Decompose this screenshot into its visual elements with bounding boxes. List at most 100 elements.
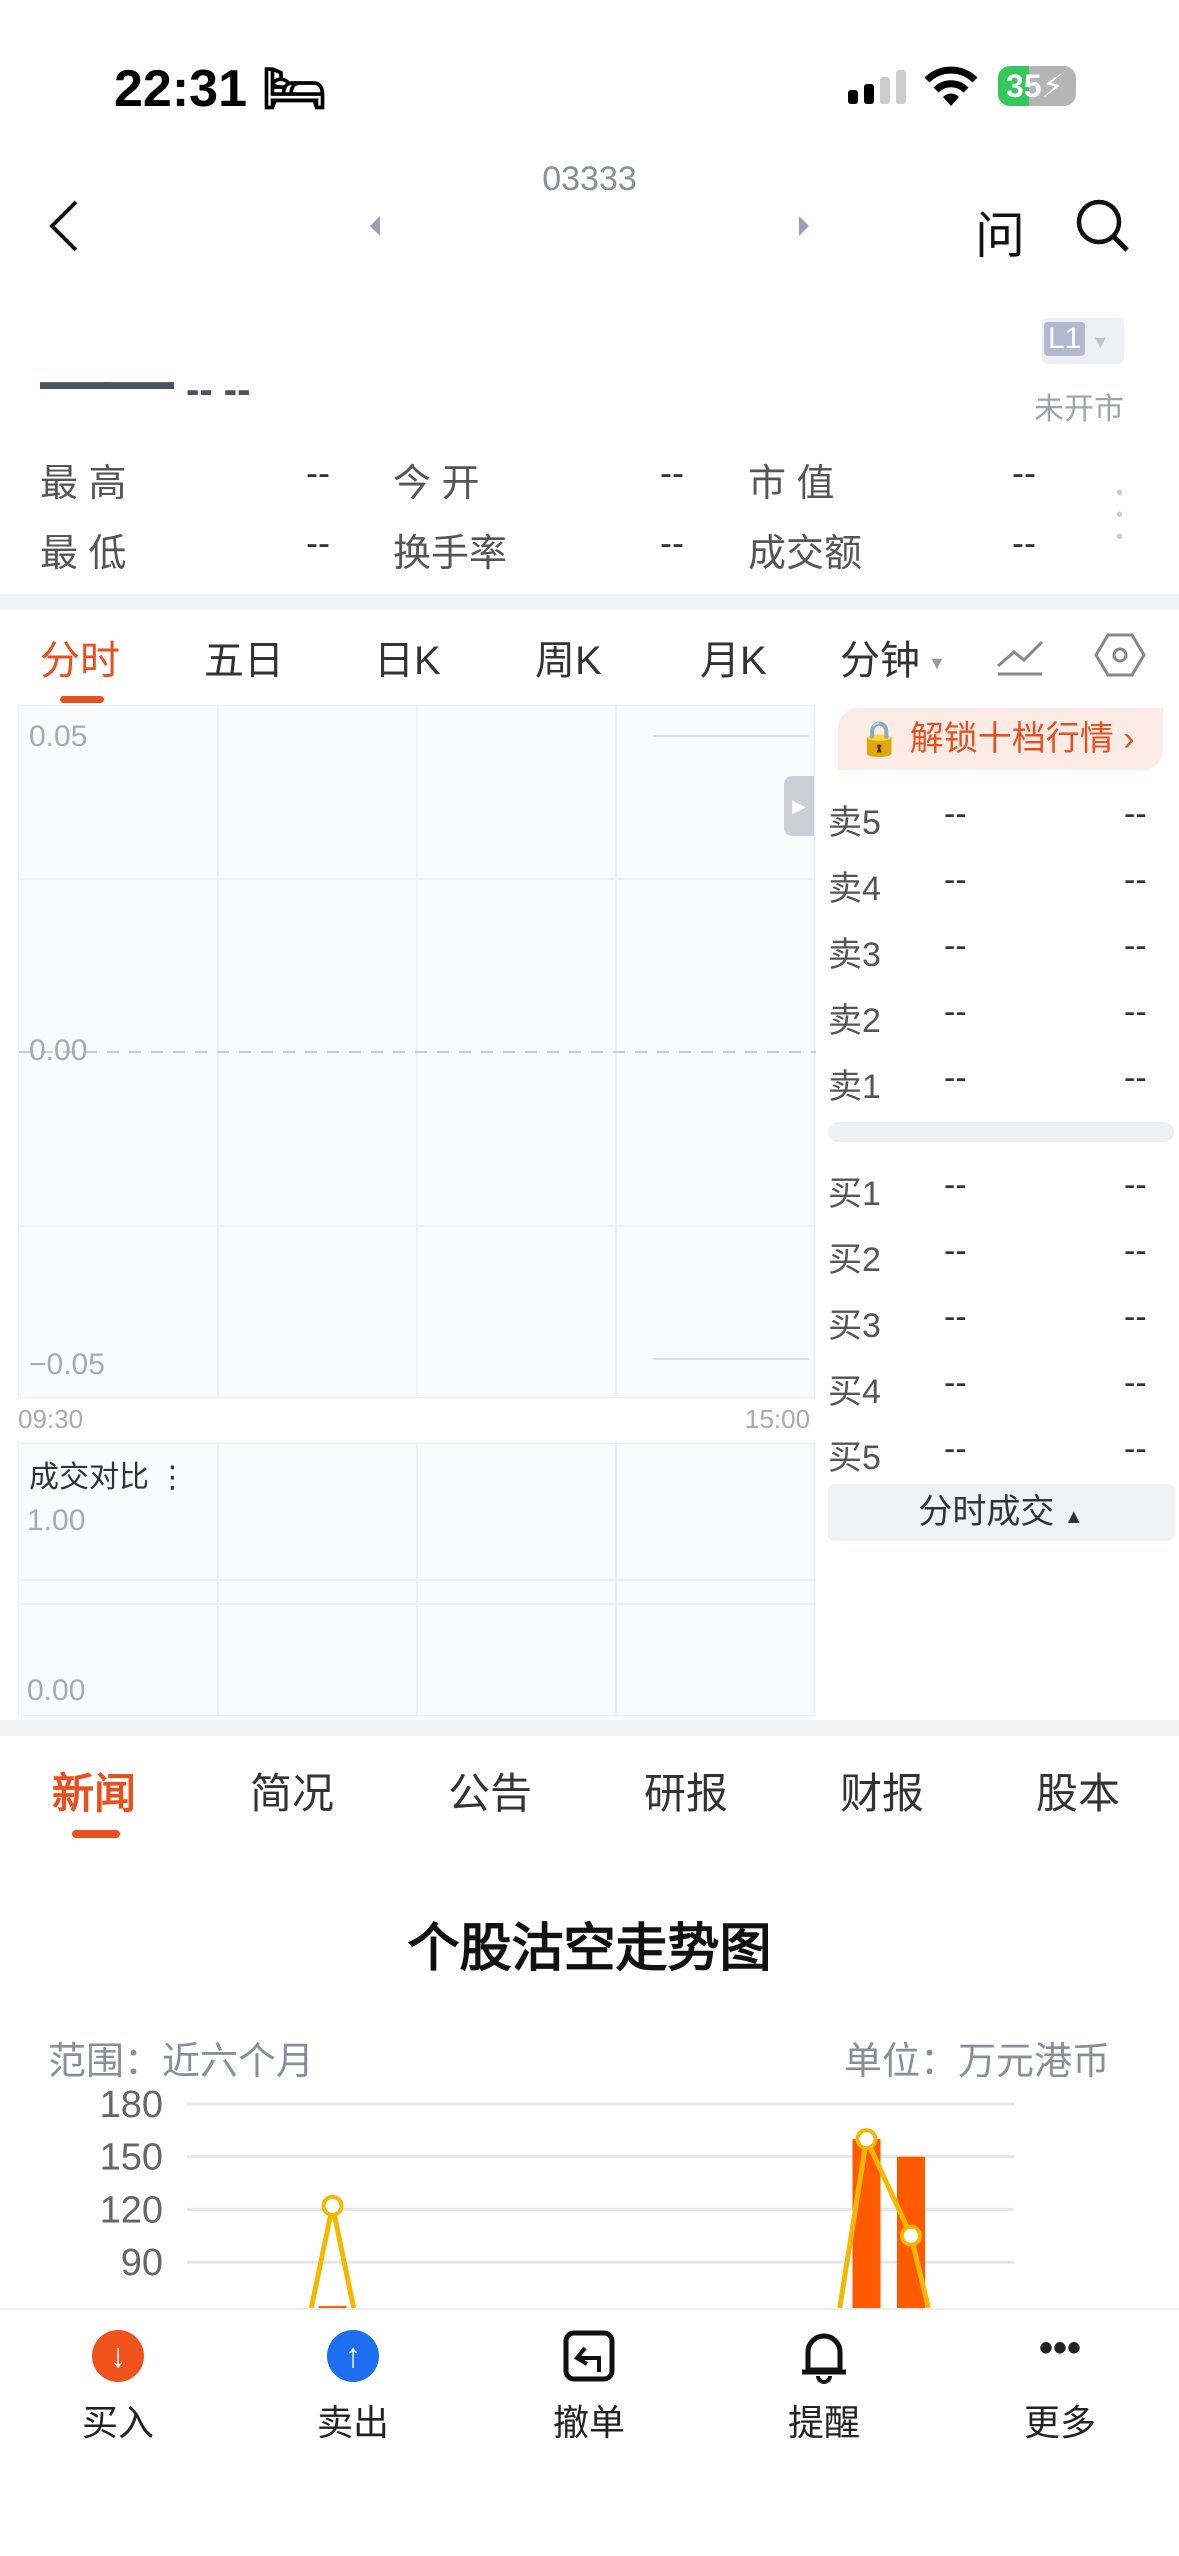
- market-status: 未开市: [1034, 393, 1124, 426]
- buy-level-volume: --: [1124, 1364, 1147, 1402]
- bottom-nav: ↓ 买入 ↑ 卖出 撤单 提醒 ••• 更多: [0, 2308, 1179, 2556]
- back-button[interactable]: [46, 198, 82, 259]
- search-icon[interactable]: [1075, 198, 1131, 259]
- sell-level-label: 卖1: [828, 1068, 881, 1106]
- sell-level-price: --: [944, 1059, 967, 1097]
- tab-shares[interactable]: 股本: [1036, 1760, 1120, 1821]
- buy-level-volume: --: [1124, 1232, 1147, 1270]
- tab-research[interactable]: 研报: [644, 1760, 728, 1821]
- stat-label: 换手率: [393, 533, 508, 575]
- cancel-order-label: 撤单: [552, 2402, 625, 2443]
- more-icon: ⋮: [157, 1461, 188, 1494]
- volume-chart[interactable]: 成交对比 ⋮ 1.00 0.00: [18, 1443, 816, 1717]
- sell-level-volume: --: [1124, 1059, 1147, 1097]
- stat-label: 市 值: [748, 463, 835, 505]
- tab-announcements[interactable]: 公告: [448, 1760, 532, 1821]
- buy-level-volume: --: [1124, 1430, 1147, 1468]
- signal-icon: [848, 70, 910, 111]
- sell-level-label: 卖2: [828, 1002, 881, 1040]
- level-selector[interactable]: L1 ▼: [1042, 318, 1124, 364]
- buy-label: 买入: [81, 2402, 154, 2443]
- buy-level-volume: --: [1124, 1298, 1147, 1336]
- wifi-icon: [924, 66, 978, 113]
- sell-button[interactable]: ↑ 卖出: [273, 2330, 433, 2446]
- stat-value: --: [1012, 522, 1036, 563]
- volume-title-label: 成交对比: [29, 1461, 149, 1494]
- sell-level-volume: --: [1124, 861, 1147, 899]
- time-end: 15:00: [745, 1404, 811, 1434]
- tab-financials[interactable]: 财报: [840, 1760, 924, 1821]
- y-label-top: 0.05: [29, 720, 88, 753]
- tab-news[interactable]: 新闻: [52, 1760, 136, 1821]
- stat-label: 今 开: [393, 463, 480, 505]
- spread-divider: [828, 1122, 1174, 1142]
- y-tick-label: 150: [100, 2137, 163, 2179]
- chart-unit: 单位：万元港币: [844, 2041, 1111, 2083]
- stat-label: 最 高: [40, 463, 127, 505]
- indicator-icon[interactable]: [996, 636, 1046, 681]
- prev-stock-arrow[interactable]: [368, 214, 382, 243]
- sell-level-volume: --: [1124, 795, 1147, 833]
- stat-label: 最 低: [40, 533, 127, 575]
- buy-level-price: --: [944, 1232, 967, 1270]
- ask-button[interactable]: 问: [975, 196, 1025, 268]
- y-label-bottom: −0.05: [29, 1348, 105, 1381]
- buy-level-price: --: [944, 1298, 967, 1336]
- tab-five-day[interactable]: 五日: [204, 628, 284, 686]
- battery-icon: 35⚡: [998, 66, 1076, 106]
- sell-level-price: --: [944, 927, 967, 965]
- tab-week-k[interactable]: 周K: [535, 628, 602, 686]
- buy-button[interactable]: ↓ 买入: [38, 2330, 198, 2446]
- sell-level-label: 卖5: [828, 804, 881, 842]
- unlock-level2-button[interactable]: 🔒 解锁十档行情 ›: [838, 708, 1163, 770]
- y-label-mid: 0.00: [29, 1034, 88, 1067]
- tick-trades-label: 分时成交: [918, 1493, 1055, 1531]
- tab-underline: [60, 696, 104, 703]
- chevron-down-icon: ▼: [928, 652, 946, 673]
- buy-level-label: 买3: [828, 1307, 881, 1345]
- level-badge: L1: [1044, 322, 1086, 356]
- sell-level-volume: --: [1124, 993, 1147, 1031]
- caret-up-icon: ▲: [1063, 1506, 1084, 1528]
- cancel-order-button[interactable]: 撤单: [509, 2330, 669, 2446]
- intraday-chart[interactable]: 0.05 0.00 −0.05 ▶: [18, 705, 816, 1399]
- stat-value: --: [306, 522, 330, 563]
- line-point: [900, 2224, 922, 2247]
- divider: [0, 1720, 1179, 1736]
- tab-minute[interactable]: 分钟 ▼: [840, 628, 946, 686]
- buy-level-label: 买2: [828, 1241, 881, 1279]
- stat-value: --: [306, 452, 330, 493]
- tab-intraday[interactable]: 分时: [40, 628, 120, 686]
- line-point: [855, 2128, 878, 2151]
- tab-day-k[interactable]: 日K: [374, 628, 441, 686]
- more-stats-icon[interactable]: • • •: [1116, 482, 1123, 548]
- divider: [0, 594, 1179, 610]
- tick-trades-button[interactable]: 分时成交 ▲: [828, 1484, 1174, 1541]
- arrow-down-icon: ↓: [92, 2330, 144, 2382]
- buy-level-label: 买4: [828, 1373, 881, 1411]
- tab-month-k[interactable]: 月K: [700, 628, 767, 686]
- alert-button[interactable]: 提醒: [744, 2330, 904, 2446]
- line-series: [308, 2138, 931, 2308]
- volume-title[interactable]: 成交对比 ⋮: [29, 1452, 187, 1496]
- buy-level-price: --: [944, 1364, 967, 1402]
- more-button[interactable]: ••• 更多: [980, 2328, 1140, 2446]
- sell-level-price: --: [944, 993, 967, 1031]
- stock-code: 03333: [542, 160, 637, 198]
- time-start: 09:30: [18, 1404, 84, 1434]
- settings-icon[interactable]: [1094, 632, 1146, 683]
- sell-level-price: --: [944, 861, 967, 899]
- price: ——: [40, 341, 174, 419]
- bell-icon: [798, 2330, 850, 2384]
- buy-level-label: 买5: [828, 1439, 881, 1477]
- news-tab-underline: [72, 1830, 120, 1838]
- cancel-order-icon: [563, 2330, 615, 2382]
- tab-profile[interactable]: 简况: [250, 1760, 334, 1821]
- next-stock-arrow[interactable]: [797, 214, 811, 243]
- status-time: 22:31 🛏: [114, 60, 328, 118]
- unlock-label: 解锁十档行情: [909, 720, 1114, 758]
- expand-panel-handle[interactable]: ▶: [784, 776, 814, 836]
- sleep-mode-icon: 🛏: [261, 60, 328, 118]
- sell-level-label: 卖4: [828, 870, 881, 908]
- price-change: -- --: [186, 368, 251, 412]
